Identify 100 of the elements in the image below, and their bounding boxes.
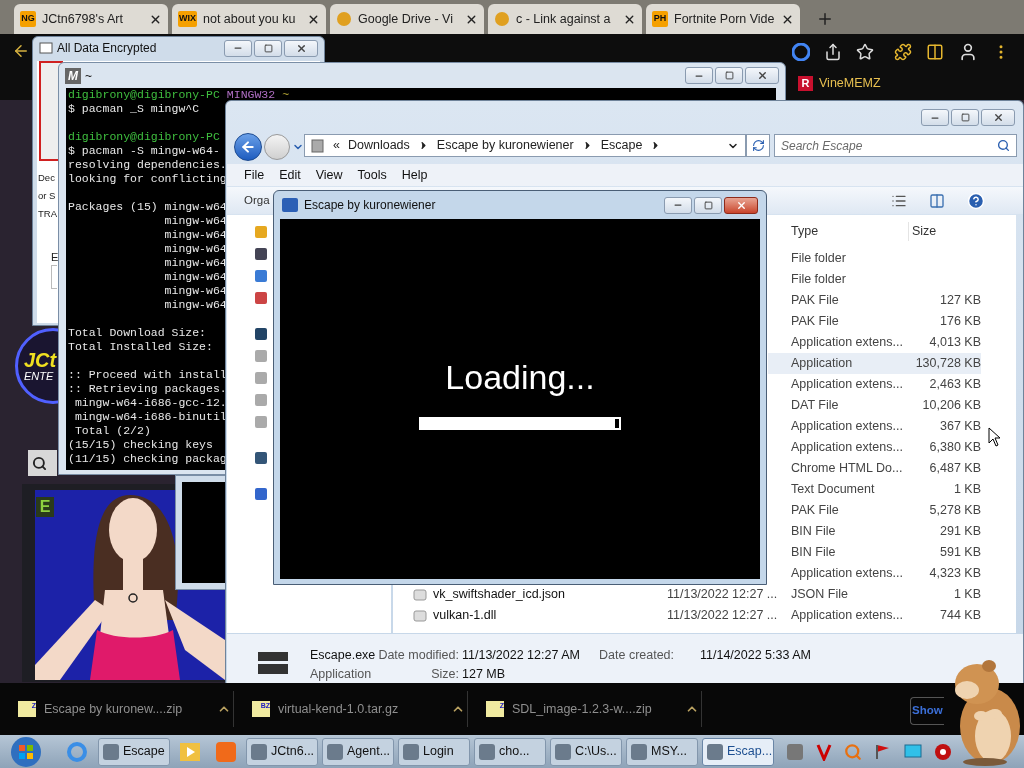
menu-item[interactable]: View (315, 165, 343, 185)
share-icon[interactable] (824, 43, 842, 61)
file-row[interactable]: vulkan-1.dll 11/13/2022 12:27 ... Application extens... 744 KB (393, 605, 981, 626)
maximize-button[interactable] (715, 67, 743, 84)
search-field[interactable]: Search Escape (774, 134, 1017, 157)
file-type: Application extens... (791, 335, 903, 350)
speaker-icon[interactable] (934, 742, 952, 761)
file-row[interactable]: Application extens... 4,323 KB (768, 563, 981, 584)
taskbar-button[interactable]: Escap... (702, 737, 774, 766)
file-name: Escape.exe (310, 647, 376, 664)
detail-label: Date created: (599, 647, 675, 664)
taskbar-button[interactable]: Escape (98, 737, 170, 766)
breadcrumb-item[interactable]: Downloads (347, 136, 410, 155)
browser-tab[interactable]: WIX not about you ku (172, 4, 326, 34)
folder-icon[interactable] (254, 291, 268, 305)
search-field[interactable] (28, 450, 57, 476)
menu-item[interactable]: Edit (279, 165, 301, 185)
side-panel-icon[interactable] (926, 43, 944, 61)
app-icon (327, 743, 343, 760)
maximize-button[interactable] (254, 39, 282, 57)
detail-value: 127 MB (462, 666, 506, 683)
file-row[interactable]: BIN File 291 KB (768, 521, 981, 542)
file-row[interactable]: File folder (768, 269, 981, 290)
prompt-env: MINGW32 (226, 88, 276, 102)
minimize-button[interactable] (224, 39, 252, 57)
address-bar[interactable]: « Downloads Escape by kuronewiener Escape (304, 134, 746, 157)
minimize-button[interactable] (921, 109, 949, 126)
organize-menu[interactable]: Orga (244, 191, 270, 210)
back-button[interactable] (234, 133, 262, 161)
breadcrumb-item[interactable]: Escape (600, 136, 643, 155)
file-row[interactable]: BIN File 591 KB (768, 542, 981, 563)
file-row[interactable]: DAT File 10,206 KB (768, 395, 981, 416)
bookmark-link[interactable]: VineMEMZ (819, 74, 881, 93)
folder-icon[interactable] (254, 269, 268, 283)
file-size: 2,463 KB (929, 377, 981, 392)
refresh-button[interactable] (746, 134, 770, 157)
cursor-icon (988, 427, 1002, 447)
help-icon[interactable] (967, 191, 985, 210)
minimize-button[interactable] (664, 196, 692, 214)
menu-item[interactable]: File (244, 165, 265, 185)
close-button[interactable] (724, 196, 758, 214)
file-row[interactable]: Application extens... 2,463 KB (768, 374, 981, 395)
folder-icon[interactable] (254, 327, 268, 341)
taskbar-button[interactable]: MSY... (626, 737, 698, 766)
taskbar-button[interactable]: cho... (474, 737, 546, 766)
new-tab-icon[interactable] (816, 10, 834, 28)
taskbar-button[interactable]: JCtn6... (246, 737, 318, 766)
taskbar-button[interactable]: Login (398, 737, 470, 766)
tray-icon[interactable] (816, 742, 832, 761)
folder-icon[interactable] (254, 247, 268, 261)
file-row[interactable]: Application extens... 4,013 KB (768, 332, 981, 353)
google-icon[interactable] (792, 43, 810, 61)
file-row[interactable]: Application 130,728 KB (768, 353, 981, 374)
file-row[interactable]: Text Document 1 KB (768, 479, 981, 500)
file-row[interactable]: Chrome HTML Do... 6,487 KB (768, 458, 981, 479)
file-size: 130,728 KB (915, 356, 981, 371)
start-button[interactable] (8, 735, 44, 768)
file-row[interactable]: vk_swiftshader_icd.json 11/13/2022 12:27 ... JSON File 1 KB (393, 584, 981, 605)
close-button[interactable] (981, 109, 1015, 126)
breadcrumb-overflow[interactable]: « (333, 136, 340, 155)
terminal-line: $ pacman _S mingw^C (68, 102, 200, 115)
file-size: 4,323 KB (929, 566, 981, 581)
column-header[interactable]: Size (908, 222, 978, 241)
close-button[interactable] (745, 67, 779, 84)
maximize-button[interactable] (951, 109, 979, 126)
prompt-user: digibrony@digibrony-PC (68, 88, 220, 102)
file-row[interactable]: Application extens... 6,380 KB (768, 437, 981, 458)
browser-tab[interactable]: Google Drive - Vi (330, 4, 484, 34)
show-all-button[interactable]: Show (910, 697, 944, 725)
terminal-line: mingw-w64 (163, 270, 227, 283)
maximize-button[interactable] (694, 196, 722, 214)
close-button[interactable] (284, 39, 318, 57)
search-icon[interactable] (997, 139, 1010, 152)
taskbar-button[interactable]: C:\Us... (550, 737, 622, 766)
breadcrumb-item[interactable]: Escape by kuronewiener (436, 136, 574, 155)
terminal-line: Total Installed Size: (68, 340, 213, 353)
browser-tab[interactable]: PH Fortnite Porn Vide (646, 4, 800, 34)
file-row[interactable]: PAK File 5,278 KB (768, 500, 981, 521)
file-row[interactable]: PAK File 176 KB (768, 311, 981, 332)
preview-pane-icon[interactable] (929, 192, 945, 209)
menu-item[interactable]: Tools (357, 165, 387, 185)
file-row[interactable]: Application extens... 367 KB (768, 416, 981, 437)
file-type: File folder (791, 272, 846, 287)
column-header[interactable]: Type (788, 222, 908, 241)
bookmark-icon: R (798, 75, 813, 91)
input-field[interactable] (51, 265, 57, 289)
folder-icon[interactable] (254, 487, 268, 501)
browser-tab[interactable]: NG JCtn6798's Art (14, 4, 168, 34)
file-row[interactable]: PAK File 127 KB (768, 290, 981, 311)
terminal-line: :: Proceed with install (68, 368, 227, 381)
minimize-button[interactable] (685, 67, 713, 84)
browser-tab[interactable]: c - Link against a (488, 4, 642, 34)
menu-item[interactable]: Help (401, 165, 428, 185)
taskbar-button[interactable]: Agent... (322, 737, 394, 766)
back-icon[interactable] (12, 42, 30, 60)
folder-icon[interactable] (254, 451, 268, 465)
profile-icon[interactable] (958, 42, 978, 62)
file-row[interactable]: File folder (768, 248, 981, 269)
extensions-icon[interactable] (894, 43, 912, 61)
bookmark-star-icon[interactable] (856, 43, 874, 61)
